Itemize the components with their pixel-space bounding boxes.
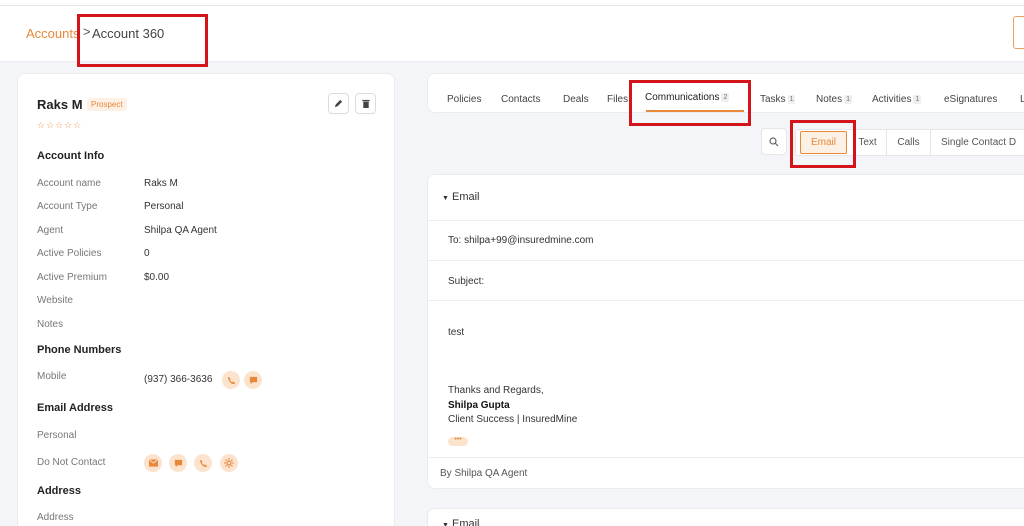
mail-icon: [148, 459, 158, 467]
phone-label: Mobile: [37, 371, 67, 382]
divider: [428, 300, 1024, 301]
field-label: Account name: [37, 178, 101, 189]
dnc-all-toggle[interactable]: [220, 454, 238, 472]
call-button[interactable]: [222, 371, 240, 389]
message-icon: [249, 376, 257, 384]
email-author: By Shilpa QA Agent: [440, 468, 528, 479]
filter-text-button[interactable]: Text: [849, 130, 887, 155]
email-type-label: Personal: [37, 430, 77, 441]
tab-count-badge: 1: [787, 95, 796, 104]
tab-deals[interactable]: Deals: [563, 94, 589, 105]
email-to: To: shilpa+99@insuredmine.com: [448, 235, 594, 246]
header-action-button[interactable]: [1013, 16, 1024, 49]
filter-single-contact-button[interactable]: Single Contact D: [933, 130, 1024, 155]
filter-email-button[interactable]: Email: [800, 131, 847, 154]
top-divider: [0, 5, 1024, 6]
tab-count-badge: 2: [721, 93, 730, 102]
field-value: Shilpa QA Agent: [144, 225, 217, 236]
phone-icon: [227, 376, 235, 384]
sms-button[interactable]: [244, 371, 262, 389]
tab-count-badge: 1: [844, 95, 853, 104]
field-label: Notes: [37, 319, 64, 330]
account-summary-card: Raks M Prospect ☆☆☆☆☆ Account Info Accou…: [17, 73, 395, 526]
email-card: ▼ Email To: shilpa+99@insuredmine.com Su…: [427, 174, 1024, 489]
field-value: Raks M: [144, 178, 178, 189]
show-more-button[interactable]: •••: [448, 436, 468, 446]
search-button[interactable]: [761, 128, 787, 155]
email-header[interactable]: ▼ Email: [442, 518, 480, 526]
breadcrumb-current: Account 360: [92, 26, 165, 41]
field-label: Active Policies: [37, 248, 102, 259]
tab-overflow[interactable]: L: [1020, 94, 1024, 105]
tab-communications[interactable]: Communications 2: [645, 92, 730, 103]
status-badge: Prospect: [87, 98, 127, 111]
divider: [428, 260, 1024, 261]
message-icon: [174, 459, 182, 467]
search-icon: [769, 136, 779, 146]
tab-activities[interactable]: Activities 1: [872, 94, 922, 105]
email-address-heading: Email Address: [37, 402, 114, 414]
account-info-heading: Account Info: [37, 150, 105, 162]
pencil-icon: [334, 99, 343, 108]
edit-button[interactable]: [328, 93, 349, 114]
divider: [428, 457, 1024, 458]
email-card: ▼ Email: [427, 508, 1024, 526]
field-value: $0.00: [144, 272, 170, 283]
top-bar: Accounts > Account 360: [0, 0, 1024, 62]
dnc-call-toggle[interactable]: [194, 454, 212, 472]
phone-value: (937) 366-3636: [144, 374, 213, 385]
rating-stars[interactable]: ☆☆☆☆☆: [37, 120, 82, 131]
tab-esignatures[interactable]: eSignatures: [944, 94, 997, 105]
account-name: Raks M: [37, 97, 83, 112]
trash-icon: [361, 99, 370, 108]
breadcrumb-separator: >: [83, 24, 91, 39]
email-subject: Subject:: [448, 276, 485, 287]
tabs-bar: Policies Contacts Deals Files Communicat…: [427, 73, 1024, 113]
tab-files[interactable]: Files: [607, 94, 628, 105]
caret-down-icon: ▼: [442, 195, 449, 202]
field-label: Active Premium: [37, 272, 108, 283]
caret-down-icon: ▼: [442, 522, 449, 526]
address-label: Address: [37, 512, 74, 523]
phone-icon: [199, 459, 207, 467]
dnc-email-toggle[interactable]: [144, 454, 162, 472]
email-body: test: [448, 327, 465, 338]
tab-count-badge: 1: [913, 95, 922, 104]
email-signoff: Thanks and Regards,: [448, 385, 544, 396]
delete-button[interactable]: [355, 93, 376, 114]
field-label: Website: [37, 295, 73, 306]
do-not-contact-label: Do Not Contact: [37, 457, 106, 468]
communication-filter-group: Email Text Calls Single Contact D: [795, 129, 1024, 156]
active-tab-indicator: [646, 110, 744, 112]
divider: [428, 220, 1024, 221]
email-header[interactable]: ▼ Email: [442, 191, 480, 203]
signature-name: Shilpa Gupta: [448, 400, 510, 411]
field-value: Personal: [144, 201, 184, 212]
field-label: Account Type: [37, 201, 98, 212]
tab-policies[interactable]: Policies: [447, 94, 481, 105]
sun-icon: [224, 458, 234, 468]
field-value: 0: [144, 248, 150, 259]
address-heading: Address: [37, 485, 82, 497]
phone-numbers-heading: Phone Numbers: [37, 344, 122, 356]
tab-contacts[interactable]: Contacts: [501, 94, 540, 105]
filter-calls-button[interactable]: Calls: [887, 130, 931, 155]
signature-title: Client Success | InsuredMine: [448, 414, 578, 425]
field-label: Agent: [37, 225, 64, 236]
tab-tasks[interactable]: Tasks 1: [760, 94, 796, 105]
breadcrumb-accounts-link[interactable]: Accounts: [26, 26, 79, 41]
dnc-text-toggle[interactable]: [169, 454, 187, 472]
tab-notes[interactable]: Notes 1: [816, 94, 853, 105]
